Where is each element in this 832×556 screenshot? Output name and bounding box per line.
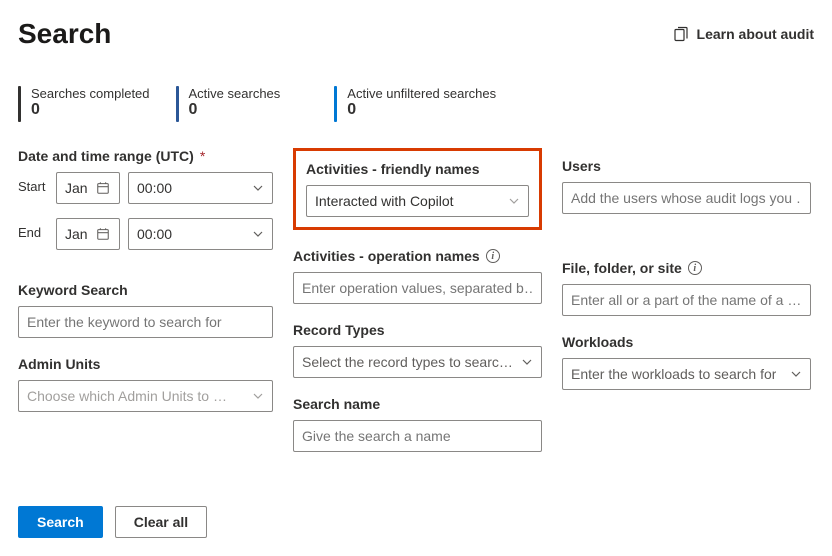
learn-about-audit-label: Learn about audit	[697, 26, 814, 42]
chevron-down-icon	[521, 356, 533, 368]
activities-op-input[interactable]	[293, 272, 542, 304]
start-time-picker[interactable]: 00:00	[128, 172, 273, 204]
document-pair-icon	[673, 26, 689, 42]
end-month-value: Jan	[65, 226, 88, 242]
record-types-label: Record Types	[293, 322, 542, 338]
end-time-picker[interactable]: 00:00	[128, 218, 273, 250]
chevron-down-icon	[508, 195, 520, 207]
chevron-down-icon	[252, 182, 264, 194]
keyword-search-label: Keyword Search	[18, 282, 273, 298]
record-types-placeholder: Select the record types to searc…	[302, 354, 513, 370]
clear-all-button[interactable]: Clear all	[115, 506, 207, 538]
keyword-search-input[interactable]	[18, 306, 273, 338]
admin-units-select[interactable]: Choose which Admin Units to …	[18, 380, 273, 412]
admin-units-placeholder: Choose which Admin Units to …	[27, 388, 227, 404]
chevron-down-icon	[252, 228, 264, 240]
stat-value: 0	[189, 101, 281, 119]
page-title: Search	[18, 18, 111, 50]
stat-active-searches: Active searches 0	[176, 86, 281, 122]
stat-value: 0	[31, 101, 150, 119]
calendar-icon	[96, 181, 110, 195]
end-sublabel: End	[18, 225, 48, 240]
info-icon[interactable]: i	[486, 249, 500, 263]
users-label: Users	[562, 158, 811, 174]
start-month-picker[interactable]: Jan	[56, 172, 120, 204]
admin-units-label: Admin Units	[18, 356, 273, 372]
stat-value: 0	[347, 101, 496, 119]
chevron-down-icon	[790, 368, 802, 380]
stat-bar	[176, 86, 179, 122]
stat-searches-completed: Searches completed 0	[18, 86, 150, 122]
file-folder-site-input[interactable]	[562, 284, 811, 316]
start-month-value: Jan	[65, 180, 88, 196]
stat-label: Searches completed	[31, 86, 150, 101]
workloads-placeholder: Enter the workloads to search for	[571, 366, 776, 382]
activities-friendly-value: Interacted with Copilot	[315, 193, 454, 209]
start-sublabel: Start	[18, 179, 48, 194]
stat-bar	[334, 86, 337, 122]
stat-label: Active searches	[189, 86, 281, 101]
end-month-picker[interactable]: Jan	[56, 218, 120, 250]
search-button[interactable]: Search	[18, 506, 103, 538]
users-input[interactable]	[562, 182, 811, 214]
stat-active-unfiltered: Active unfiltered searches 0	[334, 86, 496, 122]
activities-friendly-label: Activities - friendly names	[306, 161, 529, 177]
start-time-value: 00:00	[137, 180, 172, 196]
calendar-icon	[96, 227, 110, 241]
search-stats-row: Searches completed 0 Active searches 0 A…	[18, 86, 814, 122]
chevron-down-icon	[252, 390, 264, 402]
date-range-label: Date and time range (UTC) *	[18, 148, 273, 164]
workloads-label: Workloads	[562, 334, 811, 350]
required-mark: *	[200, 148, 205, 164]
activities-friendly-highlight: Activities - friendly names Interacted w…	[293, 148, 542, 230]
info-icon[interactable]: i	[688, 261, 702, 275]
learn-about-audit-link[interactable]: Learn about audit	[673, 26, 814, 42]
workloads-select[interactable]: Enter the workloads to search for	[562, 358, 811, 390]
stat-label: Active unfiltered searches	[347, 86, 496, 101]
file-folder-site-label: File, folder, or site i	[562, 260, 811, 276]
end-time-value: 00:00	[137, 226, 172, 242]
activities-friendly-select[interactable]: Interacted with Copilot	[306, 185, 529, 217]
activities-op-label: Activities - operation names i	[293, 248, 542, 264]
record-types-select[interactable]: Select the record types to searc…	[293, 346, 542, 378]
search-name-label: Search name	[293, 396, 542, 412]
stat-bar	[18, 86, 21, 122]
search-name-input[interactable]	[293, 420, 542, 452]
